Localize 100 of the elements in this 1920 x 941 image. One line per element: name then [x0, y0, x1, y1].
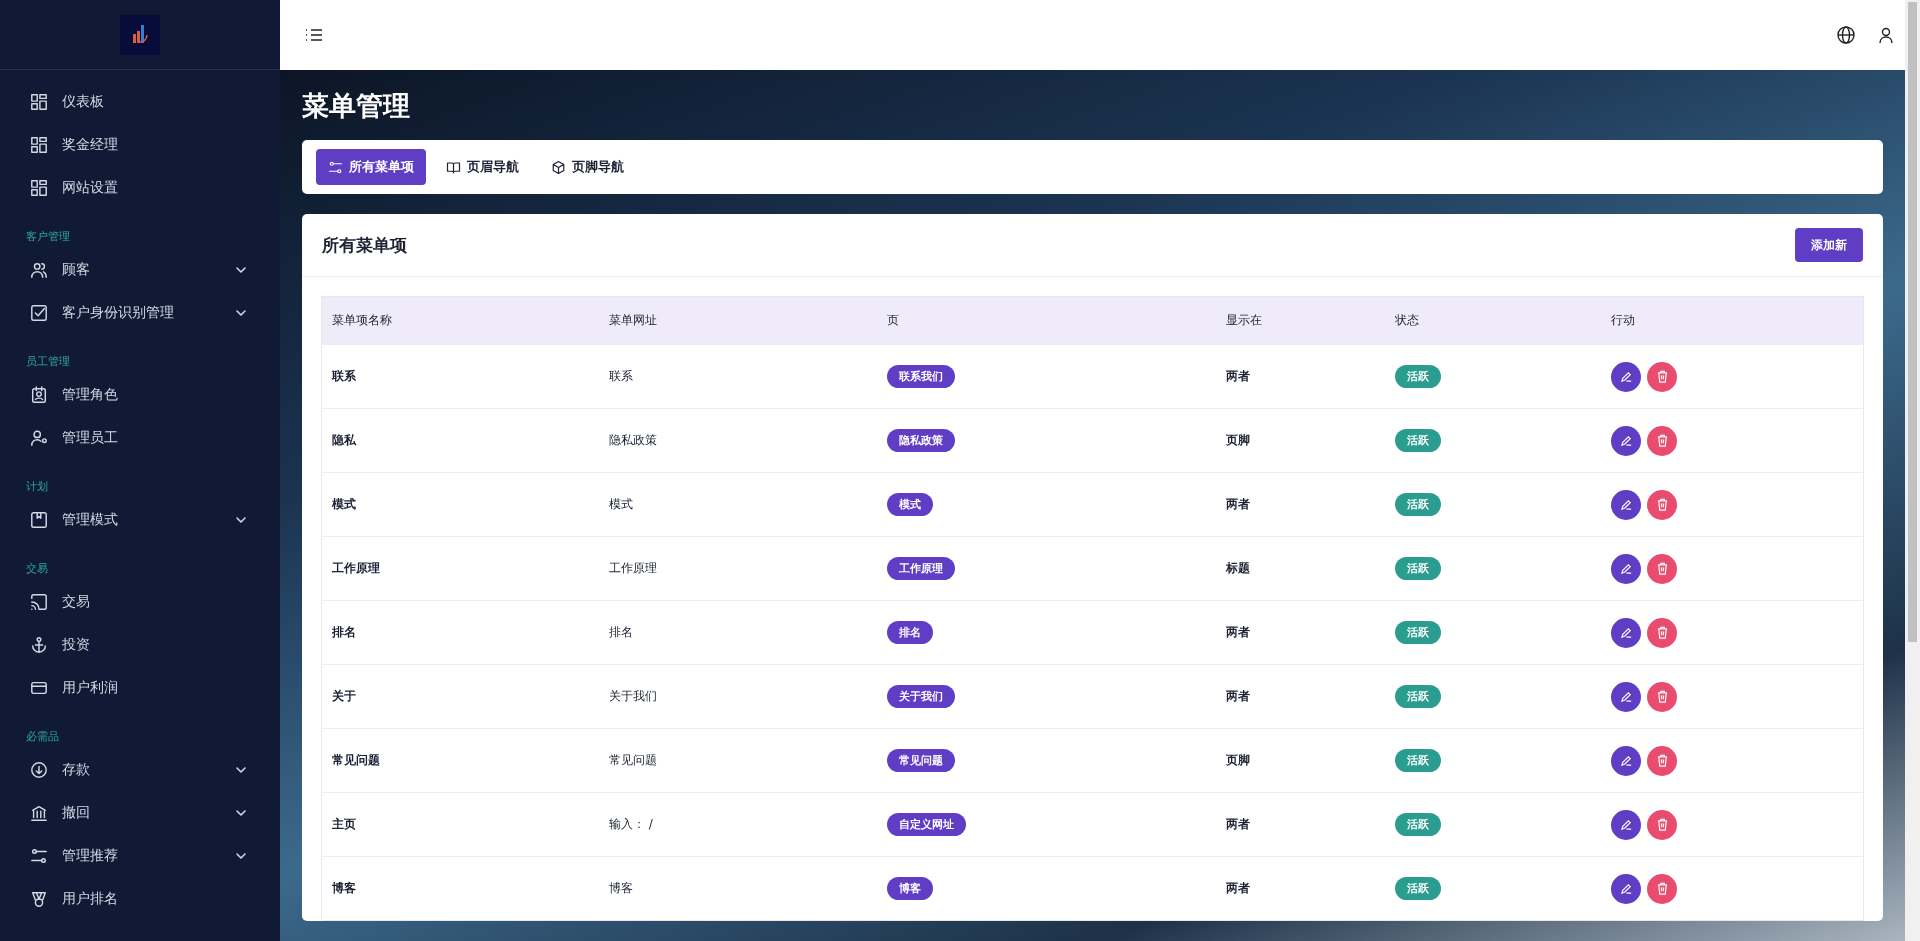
nav-item[interactable]: 撤回: [0, 791, 280, 834]
page-tag: 博客: [886, 877, 933, 900]
table-cell: 隐私: [332, 433, 356, 447]
users-icon: [30, 260, 48, 279]
table-cell: 两者: [1225, 689, 1250, 703]
table-cell: 排名: [332, 625, 356, 639]
delete-button[interactable]: [1647, 809, 1678, 840]
pencil-icon: [1619, 434, 1633, 447]
anchor-icon: [30, 635, 48, 654]
pencil-icon: [1619, 498, 1633, 511]
page-tag: 模式: [886, 493, 933, 516]
delete-button[interactable]: [1647, 617, 1678, 648]
delete-button[interactable]: [1647, 681, 1678, 712]
edit-button[interactable]: [1611, 873, 1642, 904]
page-tag: 关于我们: [886, 685, 955, 708]
cast-icon: [30, 592, 48, 611]
table-cell: 常见问题: [609, 753, 658, 767]
trash-icon: [1655, 818, 1669, 831]
status-tag: 活跃: [1395, 493, 1442, 516]
tab[interactable]: 页脚导航: [539, 149, 636, 185]
status-tag: 活跃: [1395, 685, 1442, 708]
page-tag: 排名: [886, 621, 933, 644]
nav-item[interactable]: 管理模式: [0, 498, 280, 541]
table-cell: 隐私政策: [609, 433, 658, 447]
nav-item[interactable]: 管理角色: [0, 373, 280, 416]
status-tag: 活跃: [1395, 813, 1442, 836]
column-header: 菜单项名称: [321, 296, 600, 345]
edit-button[interactable]: [1611, 553, 1642, 584]
table-cell: 标题: [1225, 561, 1250, 575]
delete-button[interactable]: [1647, 361, 1678, 392]
pencil-icon: [1619, 754, 1633, 767]
delete-button[interactable]: [1647, 873, 1678, 904]
table-cell: 两者: [1225, 625, 1250, 639]
card-title: 所有菜单项: [322, 233, 407, 257]
cube-icon: [551, 159, 566, 175]
trash-icon: [1655, 434, 1669, 447]
trash-icon: [1655, 882, 1669, 895]
table-cell: 联系: [609, 369, 634, 383]
id-badge-icon: [30, 385, 48, 404]
nav-item[interactable]: 管理推荐: [0, 834, 280, 877]
book-icon: [446, 159, 461, 175]
nav-item[interactable]: 存款: [0, 748, 280, 791]
nav-item[interactable]: 奖金经理: [0, 123, 280, 166]
nav-item[interactable]: 用户利润: [0, 666, 280, 709]
edit-button[interactable]: [1611, 681, 1642, 712]
status-tag: 活跃: [1395, 365, 1442, 388]
tab[interactable]: 所有菜单项: [316, 149, 426, 185]
pencil-icon: [1619, 690, 1633, 703]
nav-item[interactable]: 管理员工: [0, 416, 280, 459]
trash-icon: [1655, 690, 1669, 703]
table-cell: 输入： /: [609, 817, 653, 831]
page-title: 菜单管理: [302, 89, 410, 123]
delete-button[interactable]: [1647, 425, 1678, 456]
edit-button[interactable]: [1611, 425, 1642, 456]
status-tag: 活跃: [1395, 557, 1442, 580]
section-heading: 员工管理: [25, 354, 71, 370]
table-cell: 两者: [1225, 881, 1250, 895]
nav-item[interactable]: 用户排名: [0, 877, 280, 920]
nav-item[interactable]: 交易: [0, 580, 280, 623]
grid-icon: [30, 92, 48, 111]
edit-button[interactable]: [1611, 745, 1642, 776]
bookmark-icon: [30, 510, 48, 529]
add-new-button[interactable]: 添加新: [1795, 228, 1863, 262]
table-cell: 工作原理: [609, 561, 658, 575]
tab[interactable]: 页眉导航: [434, 149, 531, 185]
table-cell: 关于: [332, 689, 356, 703]
page-tag: 工作原理: [886, 557, 955, 580]
section-heading: 必需品: [25, 729, 60, 745]
delete-button[interactable]: [1647, 745, 1678, 776]
scrollbar[interactable]: [1905, 0, 1920, 941]
table-cell: 模式: [609, 497, 634, 511]
user-gear-icon: [30, 428, 48, 447]
edit-button[interactable]: [1611, 361, 1642, 392]
nav-item[interactable]: 顾客: [0, 248, 280, 291]
nav-item[interactable]: 仪表板: [0, 80, 280, 123]
globe-icon[interactable]: [1836, 25, 1856, 45]
table-cell: 排名: [609, 625, 634, 639]
pencil-icon: [1619, 882, 1633, 895]
table-cell: 关于我们: [609, 689, 658, 703]
trash-icon: [1655, 562, 1669, 575]
nav-item[interactable]: 客户身份识别管理: [0, 291, 280, 334]
user-icon[interactable]: [1876, 25, 1896, 45]
bank-icon: [30, 803, 48, 822]
column-header: 行动: [1601, 296, 1864, 345]
delete-button[interactable]: [1647, 553, 1678, 584]
table-cell: 主页: [332, 817, 356, 831]
trash-icon: [1655, 370, 1669, 383]
table-cell: 联系: [332, 369, 356, 383]
edit-button[interactable]: [1611, 489, 1642, 520]
edit-button[interactable]: [1611, 809, 1642, 840]
nav-item[interactable]: 投资: [0, 623, 280, 666]
table-cell: 页脚: [1225, 753, 1250, 767]
edit-button[interactable]: [1611, 617, 1642, 648]
status-tag: 活跃: [1395, 749, 1442, 772]
delete-button[interactable]: [1647, 489, 1678, 520]
nav-item[interactable]: 网站设置: [0, 166, 280, 209]
section-heading: 交易: [25, 561, 49, 577]
table-cell: 两者: [1225, 369, 1250, 383]
table-cell: 博客: [332, 881, 356, 895]
medal-icon: [30, 889, 48, 908]
